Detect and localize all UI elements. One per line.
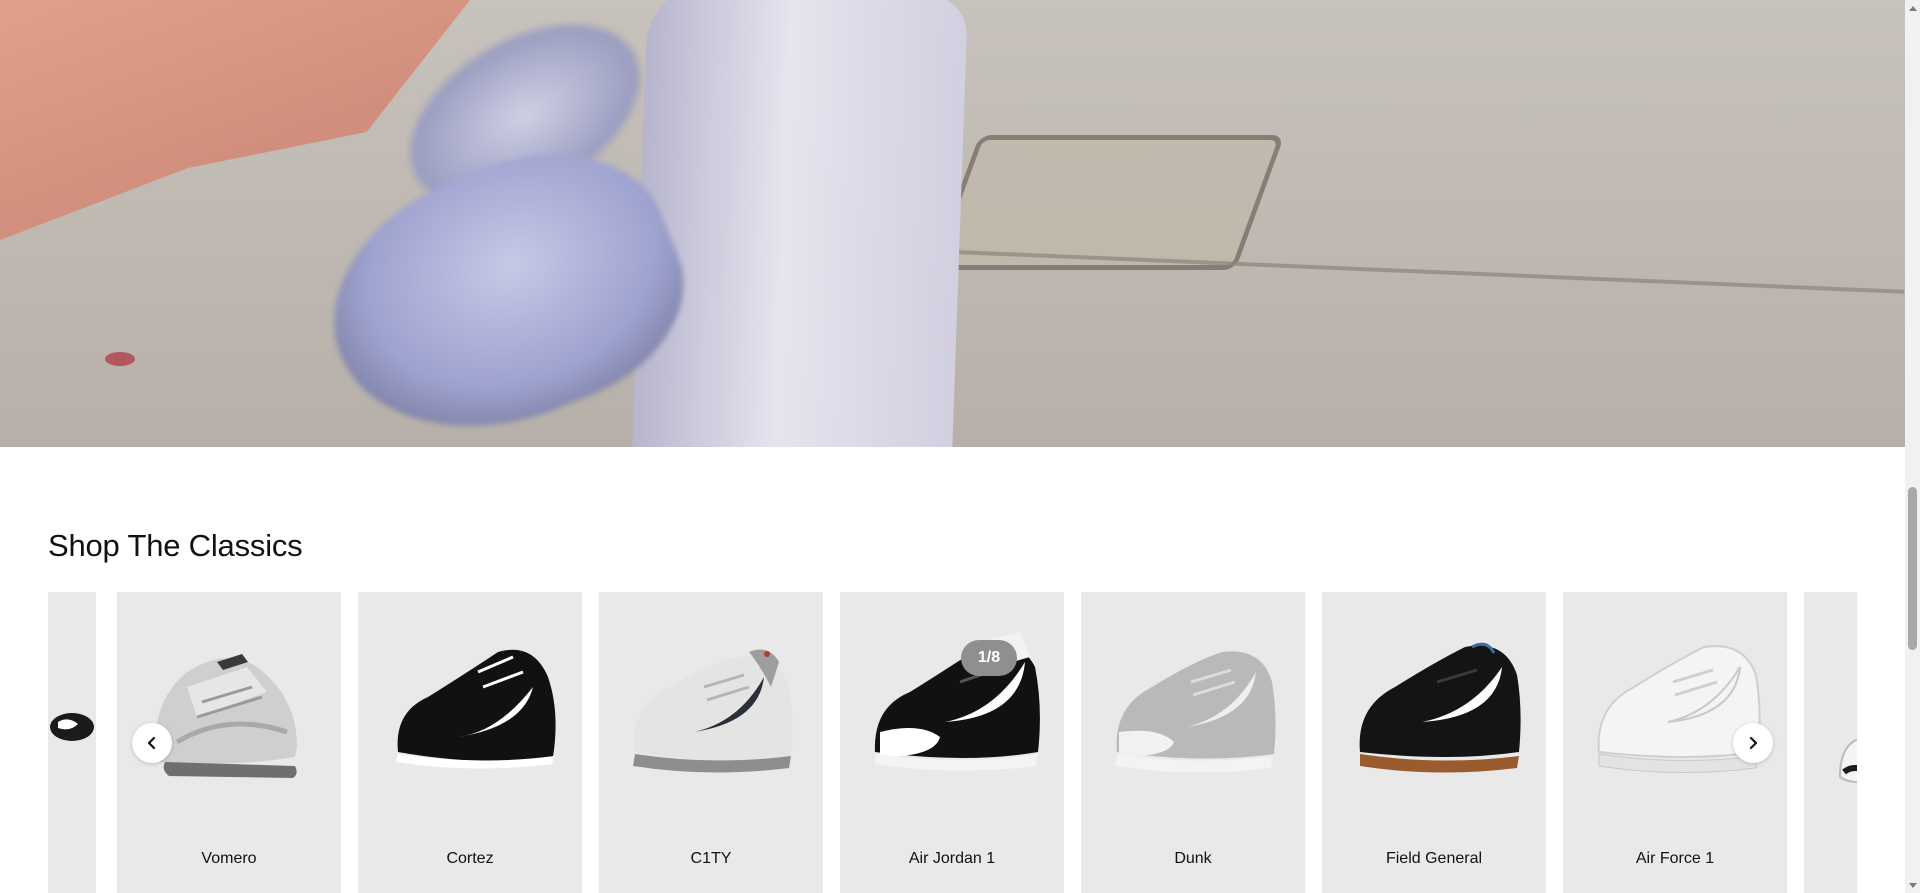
hero-image — [0, 0, 1905, 447]
product-card-partial-right[interactable] — [1804, 592, 1857, 893]
product-card-dunk[interactable]: Dunk — [1081, 592, 1305, 893]
product-label: Air Jordan 1 — [908, 850, 996, 867]
classics-carousel: Vomero Cortez C1TY 1/8 Air Jordan 1 Dunk… — [48, 592, 1857, 893]
product-card-partial-left[interactable] — [48, 592, 96, 893]
carousel-prev-button[interactable] — [132, 723, 172, 763]
scrollbar-thumb[interactable] — [1908, 487, 1917, 650]
hero-drain-cover — [930, 135, 1285, 270]
product-label: Dunk — [1174, 850, 1212, 867]
product-card-field-general[interactable]: Field General — [1322, 592, 1546, 893]
page: Shop The Classics Vomero Cortez C1TY 1/8… — [0, 0, 1905, 893]
scroll-down-arrow-icon[interactable] — [1905, 878, 1920, 893]
scroll-up-arrow-icon[interactable] — [1905, 0, 1920, 15]
shoe-image — [1597, 645, 1761, 774]
shoe-image — [874, 632, 1040, 771]
product-label: Cortez — [446, 850, 494, 867]
shoe-image — [1838, 738, 1857, 784]
hero-stain — [105, 352, 135, 366]
image-count-badge: 1/8 — [961, 640, 1017, 676]
carousel-next-button[interactable] — [1733, 723, 1773, 763]
product-card-c1ty[interactable]: C1TY — [599, 592, 823, 893]
page-scrollbar[interactable] — [1905, 0, 1920, 893]
product-label: Field General — [1385, 850, 1483, 867]
chevron-left-icon — [147, 736, 156, 750]
product-card-air-jordan-1[interactable]: 1/8 Air Jordan 1 — [840, 592, 1064, 893]
product-label: C1TY — [690, 850, 732, 867]
hero-wall — [0, 0, 470, 240]
shoe-image — [50, 713, 94, 741]
product-label: Air Force 1 — [1635, 850, 1715, 867]
product-card-cortez[interactable]: Cortez — [358, 592, 582, 893]
hero-pavement-crack — [954, 250, 1905, 294]
hero-trouser-leg — [631, 0, 969, 447]
product-label: Vomero — [201, 850, 257, 867]
shoe-image — [156, 654, 297, 778]
shoe-image — [396, 649, 556, 769]
shoe-image — [1359, 642, 1521, 773]
chevron-right-icon — [1749, 736, 1758, 750]
shoe-image — [633, 649, 793, 773]
shoe-image — [1115, 651, 1276, 773]
section-title: Shop The Classics — [48, 528, 303, 563]
